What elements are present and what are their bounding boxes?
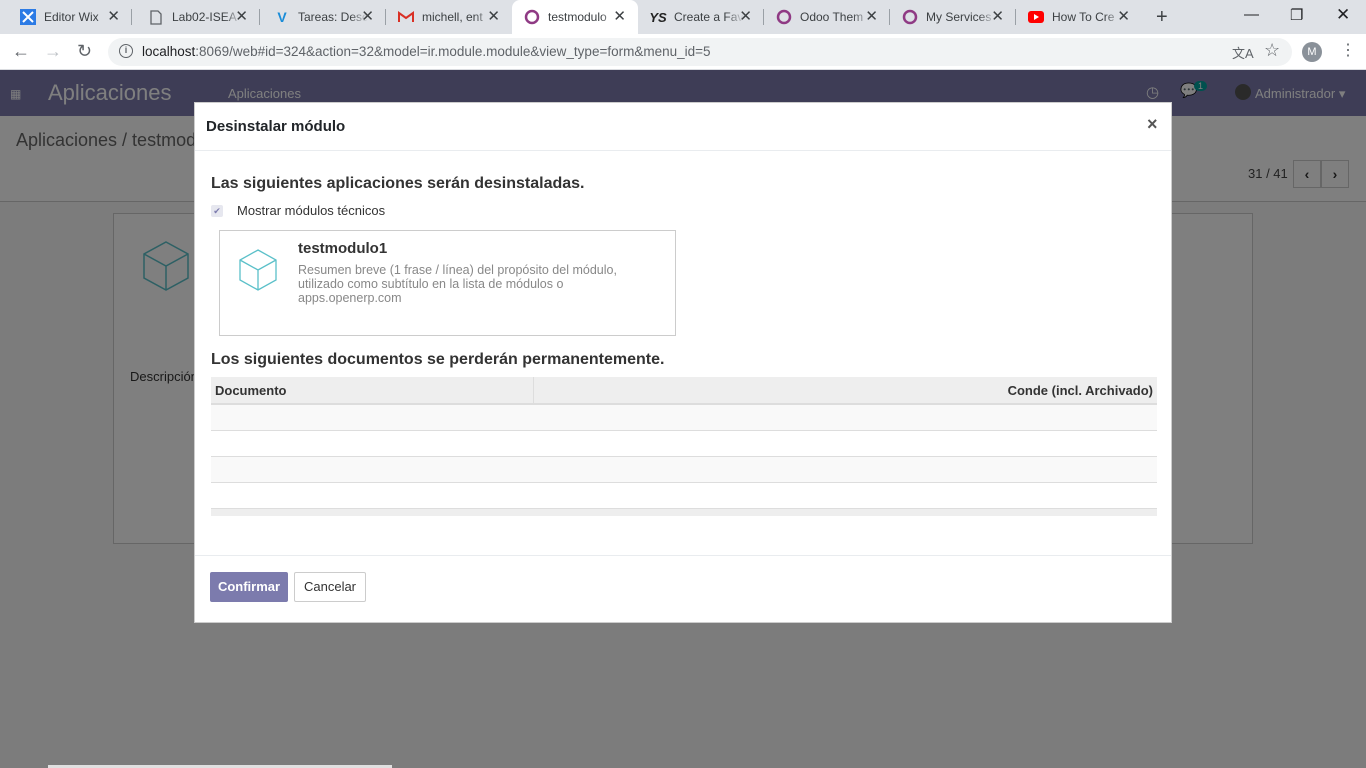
- forward-button[interactable]: →: [44, 41, 62, 61]
- restore-button[interactable]: ❐: [1290, 6, 1303, 24]
- show-technical-label[interactable]: Mostrar módulos técnicos: [237, 203, 385, 218]
- modal-header: Desinstalar módulo ×: [195, 103, 1171, 151]
- tab-title: Editor Wix: [44, 10, 99, 24]
- browser-tab[interactable]: How To Cre ✕: [1016, 0, 1142, 34]
- tab-title: michell, ent: [422, 10, 483, 24]
- close-icon[interactable]: ✕: [865, 9, 878, 25]
- menu-kebab-icon[interactable]: ⋮: [1340, 42, 1356, 60]
- browser-tab[interactable]: Editor Wix ✕: [0, 0, 132, 34]
- module-name: testmodulo1: [298, 240, 388, 257]
- column-header-conde[interactable]: Conde (incl. Archivado): [1008, 383, 1153, 398]
- table-row: [211, 483, 1157, 509]
- profile-avatar[interactable]: M: [1302, 42, 1322, 62]
- tab-title: testmodulo: [548, 10, 607, 24]
- tab-title: Create a Fav: [674, 10, 744, 24]
- close-icon[interactable]: ✕: [991, 9, 1004, 25]
- close-window-button[interactable]: ✕: [1336, 5, 1350, 25]
- documents-heading: Los siguientes documentos se perderán pe…: [211, 351, 665, 368]
- close-icon[interactable]: ✕: [235, 9, 248, 25]
- odoo-icon: [524, 9, 540, 25]
- table-footer: [211, 509, 1157, 516]
- odoo-icon: [902, 9, 918, 25]
- close-icon[interactable]: ✕: [487, 9, 500, 25]
- module-cube-icon: [238, 248, 278, 295]
- gmail-icon: [398, 9, 414, 25]
- cancel-button[interactable]: Cancelar: [294, 572, 366, 602]
- ys-icon: YS: [649, 9, 667, 25]
- browser-tab[interactable]: Odoo Them ✕: [764, 0, 890, 34]
- browser-tab[interactable]: Lab02-ISEA ✕: [132, 0, 260, 34]
- translate-icon[interactable]: 文A: [1232, 43, 1254, 62]
- apps-heading: Las siguientes aplicaciones serán desins…: [211, 175, 585, 192]
- close-icon[interactable]: ✕: [613, 9, 626, 25]
- wix-icon: [20, 9, 36, 25]
- close-icon[interactable]: ×: [1147, 114, 1158, 135]
- tab-title: Lab02-ISEA: [172, 10, 237, 24]
- uninstall-modal: Desinstalar módulo × Las siguientes apli…: [194, 102, 1172, 623]
- document-icon: [148, 9, 164, 25]
- table-row: [211, 457, 1157, 483]
- tab-title: My Services: [926, 10, 992, 24]
- info-icon[interactable]: i: [119, 44, 133, 58]
- browser-tab[interactable]: michell, ent ✕: [386, 0, 512, 34]
- close-icon[interactable]: ✕: [1117, 9, 1130, 25]
- browser-toolbar: ← → ↻ i localhost:8069/web#id=324&action…: [0, 34, 1366, 70]
- documents-table: Documento Conde (incl. Archivado): [211, 377, 1157, 516]
- new-tab-button[interactable]: +: [1156, 6, 1168, 29]
- tab-title: Odoo Them: [800, 10, 864, 24]
- odoo-icon: [776, 9, 792, 25]
- address-bar[interactable]: i localhost:8069/web#id=324&action=32&mo…: [108, 38, 1292, 66]
- column-header-documento[interactable]: Documento: [215, 383, 287, 398]
- module-summary: Resumen breve (1 frase / línea) del prop…: [298, 263, 617, 305]
- show-technical-checkbox[interactable]: ✔: [211, 205, 223, 217]
- bookmark-star-icon[interactable]: ☆: [1264, 40, 1280, 61]
- browser-tab[interactable]: YS Create a Fav ✕: [638, 0, 764, 34]
- minimize-button[interactable]: —: [1244, 6, 1259, 23]
- vtiger-icon: V: [277, 9, 287, 25]
- table-header: Documento Conde (incl. Archivado): [211, 377, 1157, 405]
- modal-footer: Confirmar Cancelar: [195, 555, 1171, 622]
- close-icon[interactable]: ✕: [739, 9, 752, 25]
- tab-title: Tareas: Desc: [298, 10, 368, 24]
- column-divider: [533, 377, 534, 403]
- module-card: testmodulo1 Resumen breve (1 frase / lín…: [219, 230, 676, 336]
- url-text[interactable]: localhost:8069/web#id=324&action=32&mode…: [142, 44, 711, 59]
- browser-tab[interactable]: V Tareas: Desc ✕: [260, 0, 386, 34]
- youtube-icon: [1028, 9, 1044, 25]
- browser-tab[interactable]: My Services ✕: [890, 0, 1016, 34]
- browser-tab-active[interactable]: testmodulo ✕: [512, 0, 638, 34]
- browser-tab-strip: Editor Wix ✕ Lab02-ISEA ✕ V Tareas: Desc…: [0, 0, 1366, 34]
- reload-button[interactable]: ↻: [77, 41, 92, 61]
- table-row: [211, 431, 1157, 457]
- back-button[interactable]: ←: [12, 41, 30, 61]
- confirm-button[interactable]: Confirmar: [210, 572, 288, 602]
- close-icon[interactable]: ✕: [361, 9, 374, 25]
- table-row: [211, 405, 1157, 431]
- close-icon[interactable]: ✕: [107, 9, 120, 25]
- modal-title: Desinstalar módulo: [206, 118, 346, 135]
- tab-title: How To Cre: [1052, 10, 1115, 24]
